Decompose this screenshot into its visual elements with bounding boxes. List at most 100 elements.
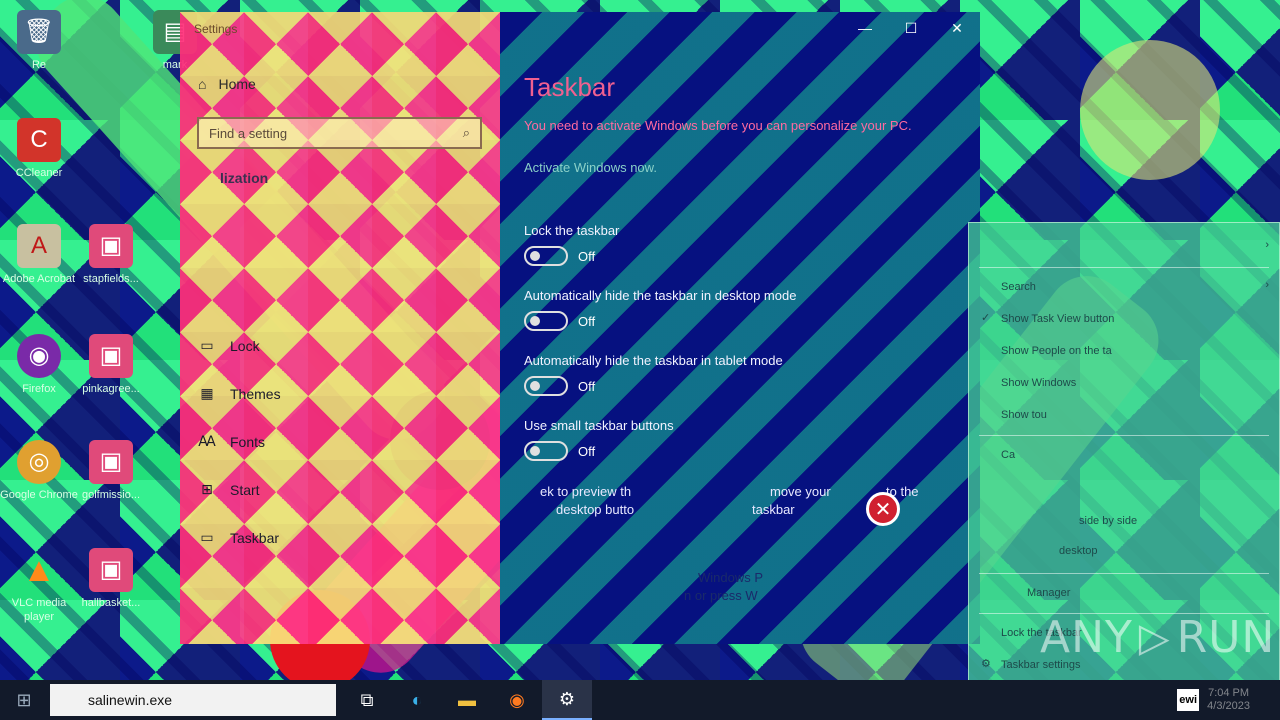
menu-separator — [979, 573, 1269, 574]
image-file-icon: ▣ — [89, 334, 133, 378]
taskbar-search-input[interactable]: salinewin.exe — [50, 684, 336, 716]
desktop-icon-label: CCleaner — [15, 167, 63, 179]
task-view-button[interactable]: ⧉ — [342, 680, 392, 720]
activate-windows-link[interactable]: Activate Windows now. — [524, 160, 657, 175]
find-setting-input[interactable]: Find a setting ⌕ — [197, 117, 482, 149]
menu-item-cascade[interactable]: Ca — [1001, 449, 1015, 461]
menu-item-touch-keyboard[interactable]: Show tou — [1001, 409, 1047, 421]
peek-setting-text-e: taskbar — [752, 502, 795, 517]
watermark-text-b: RUN — [1176, 612, 1276, 663]
acrobat-icon: A — [17, 224, 61, 268]
menu-item-show-desktop[interactable]: desktop — [1059, 545, 1098, 557]
lock-taskbar-toggle[interactable] — [524, 246, 568, 266]
error-icon: ✕ — [866, 492, 900, 526]
firefox-icon: ◉ — [17, 334, 61, 378]
file-explorer-button[interactable]: ▬ — [442, 680, 492, 720]
setting-label: Automatically hide the taskbar in deskto… — [524, 288, 797, 303]
settings-button[interactable]: ⚙ — [542, 680, 592, 720]
peek-text-b: move your — [770, 484, 831, 499]
activation-warning: You need to activate Windows before you … — [524, 118, 912, 133]
home-icon: ⌂ — [198, 76, 207, 92]
autohide-tablet-toggle[interactable] — [524, 376, 568, 396]
nav-home-label: Home — [218, 76, 256, 92]
chrome-icon: ◎ — [17, 440, 61, 484]
anyrun-watermark: ANY ▷ RUN — [1040, 612, 1275, 663]
nav-item-label: Start — [230, 481, 260, 498]
tray-app-button[interactable]: ewi — [1177, 689, 1200, 711]
setting-small-buttons: Use small taskbar buttons Off — [524, 418, 964, 461]
image-file-icon: ▣ — [89, 548, 133, 592]
recycle-bin-icon: 🗑 — [17, 10, 61, 54]
desktop-icon-firefox[interactable]: ◉ Firefox — [0, 334, 78, 396]
settings-nav-pane — [180, 12, 500, 644]
gear-icon: ⚙ — [558, 688, 576, 709]
nav-section-heading: lization — [220, 170, 269, 186]
replace-text-b: n or press W — [684, 588, 758, 603]
autohide-desktop-toggle[interactable] — [524, 311, 568, 331]
start-icon: ⊞ — [201, 481, 213, 497]
clock-date: 4/3/2023 — [1207, 700, 1250, 712]
desktop-icon-stapfields[interactable]: ▣ stapfields... — [72, 224, 150, 286]
firefox-icon: ◉ — [509, 689, 525, 710]
image-file-icon: ▣ — [89, 440, 133, 484]
desktop-icon-adobe-acrobat[interactable]: A Adobe Acrobat — [0, 224, 78, 286]
nav-item-lock-screen[interactable]: ▭ Lock — [198, 337, 259, 354]
clock[interactable]: 7:04 PM 4/3/2023 — [1207, 687, 1250, 713]
themes-icon: ▦ — [200, 385, 214, 401]
play-icon: ▷ — [1138, 614, 1171, 661]
nav-item-themes[interactable]: ▦ Themes — [198, 385, 281, 402]
search-icon: ⌕ — [462, 125, 470, 140]
desktop-icon-recycle-bin[interactable]: 🗑 Re — [0, 10, 78, 72]
desktop-icon-label: Firefox — [22, 383, 56, 395]
setting-label: Automatically hide the taskbar in tablet… — [524, 353, 783, 368]
menu-item-task-view[interactable]: Show Task View button — [1001, 313, 1114, 325]
toggle-state: Off — [578, 313, 596, 329]
peek-setting-text: ek to preview th — [540, 484, 631, 499]
vlc-icon: ▲ — [22, 551, 56, 589]
start-button[interactable]: ⊞ — [0, 680, 48, 720]
desktop-icon-golfmissio[interactable]: ▣ golfmissio... — [72, 440, 150, 502]
edge-button[interactable]: ◐ — [392, 680, 442, 720]
edge-icon: ◐ — [411, 689, 423, 710]
desktop-icon-vlc[interactable]: ▲ VLC media player — [0, 548, 78, 624]
search-placeholder: Find a setting — [209, 125, 288, 141]
small-buttons-toggle[interactable] — [524, 441, 568, 461]
toggle-state: Off — [578, 443, 596, 459]
menu-separator — [979, 267, 1269, 268]
replace-cmd-text-b: n or press W — [684, 588, 758, 603]
nav-home[interactable]: ⌂ Home — [198, 76, 256, 92]
desktop-icon-label: stapfields... — [83, 273, 139, 285]
desktop-icon-label: Google Chrome — [0, 489, 78, 501]
menu-item-task-manager[interactable]: Manager — [1027, 587, 1070, 599]
desktop-icon-ccleaner[interactable]: C CCleaner — [0, 118, 78, 180]
desktop-icon-google-chrome[interactable]: ◎ Google Chrome — [0, 440, 78, 502]
menu-item-windows-ink[interactable]: Show Windows — [1001, 377, 1076, 389]
menu-item-search[interactable]: Search — [1001, 281, 1036, 293]
menu-item-side-by-side[interactable]: side by side — [1079, 515, 1137, 527]
nav-item-start[interactable]: ⊞ Start — [198, 481, 260, 498]
folder-icon: ▬ — [458, 689, 476, 710]
desktop-icon-pinkagree[interactable]: ▣ pinkagree... — [72, 334, 150, 396]
setting-label: Lock the taskbar — [524, 223, 620, 238]
peek-setting-text-d: desktop butto — [556, 502, 634, 517]
replace-text-a: Windows P — [698, 570, 764, 585]
nav-item-taskbar[interactable]: ▭ Taskbar — [198, 529, 279, 546]
nav-item-fonts[interactable]: Ꜳ Fonts — [198, 433, 265, 450]
toggle-state: Off — [578, 248, 596, 264]
desktop-icon-label: Adobe Acrobat — [2, 273, 76, 285]
setting-autohide-tablet: Automatically hide the taskbar in tablet… — [524, 353, 964, 396]
desktop-icon-hallbasket[interactable]: ▣ hallbasket... — [72, 548, 150, 610]
checkmark-icon: ✓ — [981, 312, 991, 324]
nav-item-label: Fonts — [230, 433, 266, 450]
desktop-icon-label: pinkagree... — [82, 383, 140, 395]
peek-text-d: desktop butto — [556, 502, 635, 517]
menu-item-people[interactable]: Show People on the ta — [1001, 345, 1112, 357]
toggle-state: Off — [578, 378, 596, 394]
windows-logo-icon: ⊞ — [16, 689, 32, 710]
desktop-icon-label: Re — [31, 59, 47, 71]
taskbar: ⊞ salinewin.exe ⧉ ◐ ▬ ◉ ⚙ ewi 7:04 PM 4/… — [0, 680, 1280, 720]
nav-item-label: Themes — [230, 385, 281, 402]
firefox-button[interactable]: ◉ — [492, 680, 542, 720]
peek-setting-text-b: move your — [770, 484, 831, 499]
taskbar-icon: ▭ — [200, 529, 214, 545]
